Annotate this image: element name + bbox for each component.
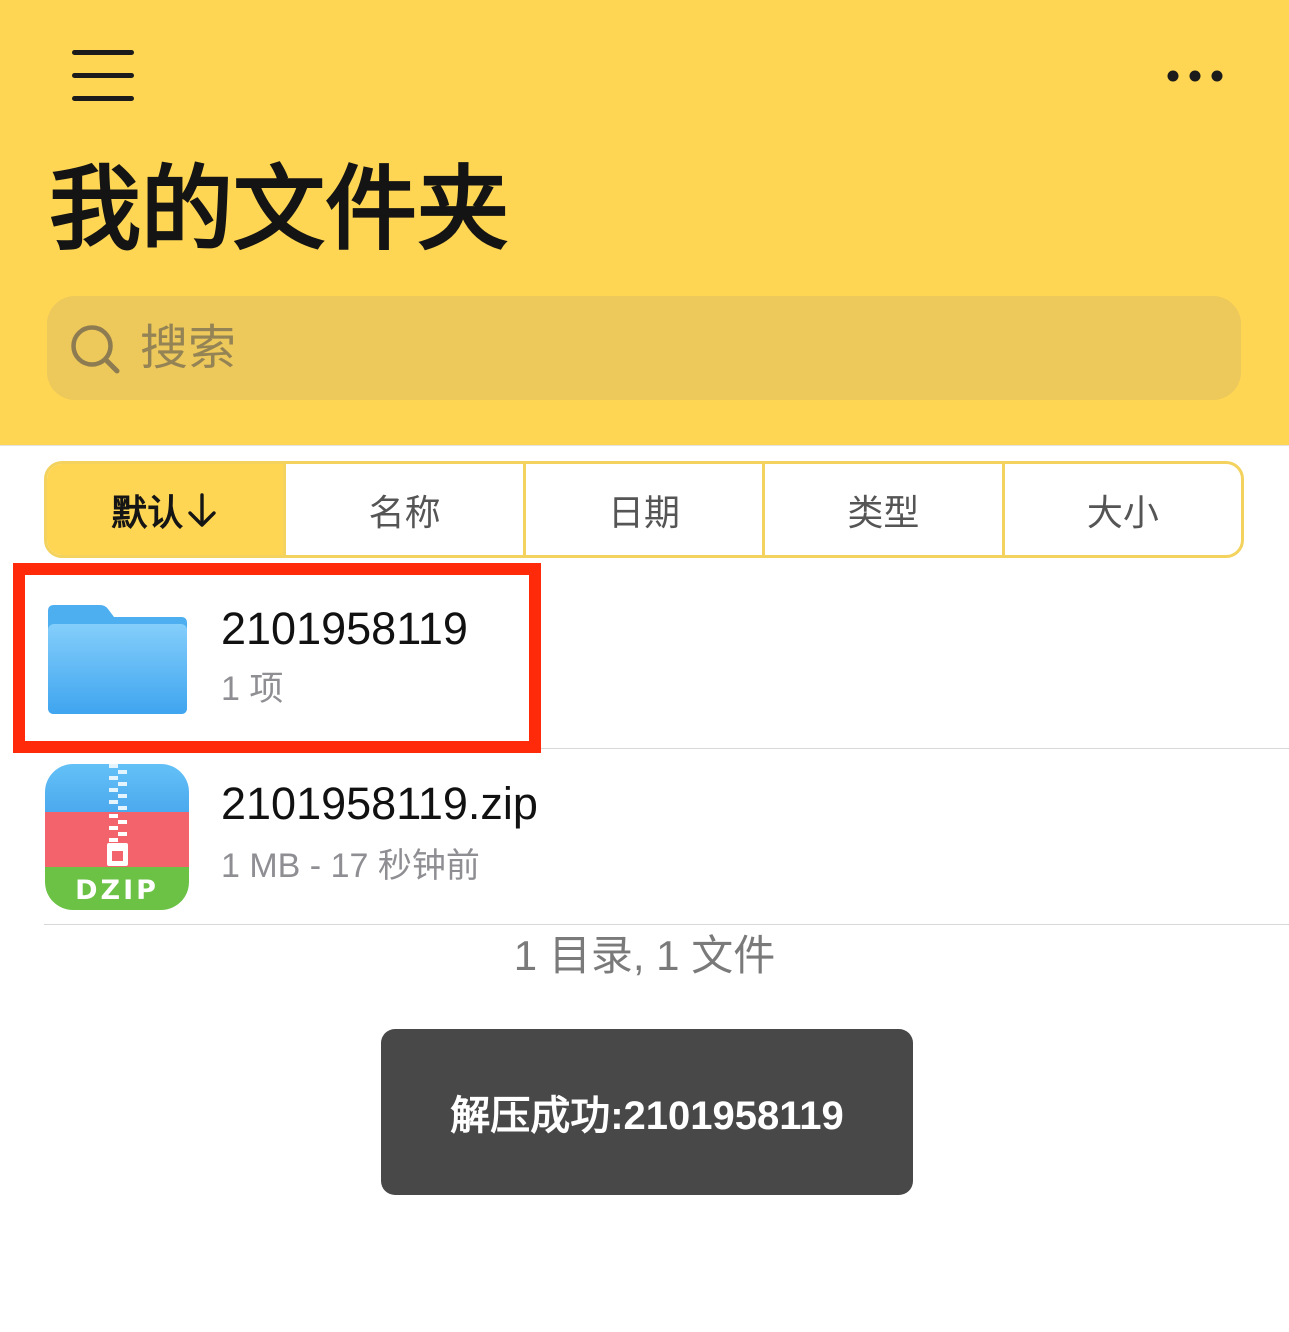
file-name: 2101958119 bbox=[221, 603, 468, 654]
file-detail: 1 项 bbox=[221, 670, 284, 708]
sort-segmented-control: 默认 名称 日期 类型 大小 bbox=[44, 461, 1244, 558]
zip-icon-label: DZIP bbox=[75, 875, 159, 906]
arrow-down-icon bbox=[188, 492, 216, 527]
app-header: 我的文件夹 bbox=[0, 0, 1289, 446]
more-options-button[interactable] bbox=[1158, 56, 1234, 96]
folder-icon bbox=[48, 605, 187, 714]
toast-text: 解压成功:2101958119 bbox=[450, 1094, 844, 1138]
sort-tab-label: 大小 bbox=[1086, 491, 1159, 533]
search-icon bbox=[71, 325, 120, 374]
page-title: 我的文件夹 bbox=[49, 159, 510, 261]
menu-button[interactable] bbox=[66, 43, 140, 107]
more-horizontal-icon bbox=[1167, 70, 1223, 82]
file-detail: 1 MB - 17 秒钟前 bbox=[221, 847, 480, 885]
sort-tab-label: 默认 bbox=[111, 491, 184, 533]
hamburger-menu-icon bbox=[72, 50, 134, 101]
search-input[interactable] bbox=[140, 296, 1220, 400]
sort-tab-date[interactable]: 日期 bbox=[522, 464, 762, 555]
file-name: 2101958119.zip bbox=[221, 778, 538, 829]
sort-tab-label: 名称 bbox=[368, 491, 441, 533]
sort-tab-name[interactable]: 名称 bbox=[283, 464, 522, 555]
list-divider bbox=[44, 924, 1289, 925]
sort-tab-default[interactable]: 默认 bbox=[47, 464, 284, 555]
file-row-zip[interactable]: DZIP 2101958119.zip 1 MB - 17 秒钟前 bbox=[0, 749, 1289, 924]
toast-message: 解压成功:2101958119 bbox=[381, 1029, 913, 1195]
sort-tab-size[interactable]: 大小 bbox=[1001, 464, 1241, 555]
zip-archive-icon: DZIP bbox=[45, 764, 189, 910]
folder-summary: 1 目录, 1 文件 bbox=[513, 932, 776, 979]
file-row-folder[interactable]: 2101958119 1 项 bbox=[0, 563, 1289, 748]
sort-tab-type[interactable]: 类型 bbox=[762, 464, 1001, 555]
sort-tab-label: 日期 bbox=[608, 491, 681, 533]
search-bar[interactable] bbox=[47, 296, 1241, 400]
sort-tab-label: 类型 bbox=[847, 491, 920, 533]
